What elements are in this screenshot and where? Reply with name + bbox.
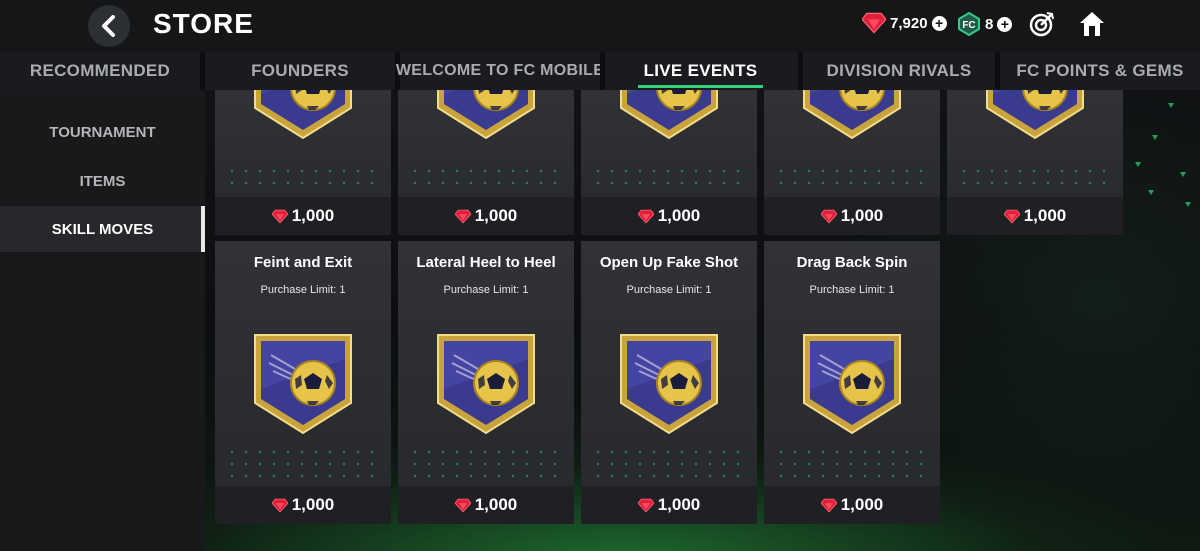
- decor-triangle: [1168, 103, 1174, 108]
- price-value: 1,000: [291, 495, 335, 514]
- price-value: 1,000: [474, 495, 518, 514]
- purchase-limit: Purchase Limit: 1: [260, 284, 346, 296]
- gem-icon: [821, 498, 837, 513]
- fc-points-amount: 8: [985, 15, 994, 33]
- svg-text:FC: FC: [962, 20, 975, 31]
- skill-move-badge-icon: [249, 90, 357, 140]
- top-bar: STORE 7,920 + FC 8 +: [0, 0, 1200, 52]
- decor-pattern: [591, 165, 751, 191]
- category-tabs: RECOMMENDED FOUNDERS WELCOME TO FC MOBIL…: [0, 52, 1200, 90]
- decor-pattern: [774, 446, 934, 480]
- decor-pattern: [774, 165, 934, 191]
- price-tag: 1,000: [764, 197, 940, 235]
- decor-pattern: [957, 165, 1117, 191]
- decor-pattern: [408, 446, 568, 480]
- decor-triangle: [1185, 202, 1191, 207]
- price-value: 1,000: [291, 206, 335, 225]
- price-tag: 1,000: [764, 486, 940, 524]
- purchase-limit: Purchase Limit: 1: [809, 284, 895, 296]
- card-title: Open Up Fake Shot: [599, 254, 739, 271]
- tab-live-events[interactable]: LIVE EVENTS: [638, 52, 763, 90]
- purchase-limit: Purchase Limit: 1: [626, 284, 712, 296]
- sidebar-item-items[interactable]: ITEMS: [0, 158, 205, 204]
- page-title: STORE: [153, 8, 254, 39]
- fc-points-balance: FC 8 +: [957, 12, 1013, 36]
- skill-move-badge-icon: [432, 90, 540, 140]
- store-card[interactable]: 1,000: [398, 90, 574, 235]
- price-tag: 1,000: [215, 486, 391, 524]
- price-value: 1,000: [840, 495, 884, 514]
- decor-triangle: [1180, 172, 1186, 177]
- skill-move-badge-icon: [798, 90, 906, 140]
- skill-move-badge-icon: [798, 331, 906, 435]
- gems-amount: 7,920: [890, 14, 928, 32]
- card-title: Drag Back Spin: [796, 254, 908, 271]
- store-card[interactable]: 1,000: [947, 90, 1123, 235]
- skill-move-badge-icon: [981, 90, 1089, 140]
- decor-triangle: [1135, 162, 1141, 167]
- decor-pattern: [408, 165, 568, 191]
- skill-move-card[interactable]: Feint and Exit Purchase Limit: 1 1,000: [215, 241, 391, 524]
- gems-balance: 7,920 +: [862, 12, 947, 34]
- gem-icon: [272, 498, 288, 513]
- skill-move-badge-icon: [615, 331, 723, 435]
- tab-founders[interactable]: FOUNDERS: [205, 52, 395, 90]
- card-title: Lateral Heel to Heel: [416, 254, 556, 271]
- tab-division-rivals[interactable]: DIVISION RIVALS: [803, 52, 995, 90]
- price-tag: 1,000: [947, 197, 1123, 235]
- skill-move-card[interactable]: Lateral Heel to Heel Purchase Limit: 1 1…: [398, 241, 574, 524]
- skill-move-badge-icon: [432, 331, 540, 435]
- add-fc-points-button[interactable]: +: [997, 16, 1013, 32]
- home-icon[interactable]: [1078, 10, 1106, 38]
- decor-triangle: [1148, 190, 1154, 195]
- gem-icon: [862, 12, 886, 34]
- store-card[interactable]: 1,000: [581, 90, 757, 235]
- skill-move-badge-icon: [615, 90, 723, 140]
- decor-triangle: [1152, 135, 1158, 140]
- price-value: 1,000: [474, 206, 518, 225]
- skill-move-badge-icon: [249, 331, 357, 435]
- sidebar-item-tournament[interactable]: TOURNAMENT: [0, 109, 205, 155]
- price-value: 1,000: [657, 495, 701, 514]
- skill-move-card[interactable]: Open Up Fake Shot Purchase Limit: 1 1,00…: [581, 241, 757, 524]
- tab-divider: [600, 52, 605, 90]
- gem-icon: [455, 209, 471, 224]
- price-value: 1,000: [840, 206, 884, 225]
- gem-icon: [638, 498, 654, 513]
- price-tag: 1,000: [581, 486, 757, 524]
- price-tag: 1,000: [398, 486, 574, 524]
- store-card[interactable]: 1,000: [215, 90, 391, 235]
- sidebar: TOURNAMENT ITEMS SKILL MOVES: [0, 90, 205, 551]
- price-value: 1,000: [657, 206, 701, 225]
- price-tag: 1,000: [215, 197, 391, 235]
- card-title: Feint and Exit: [253, 254, 353, 271]
- gem-icon: [821, 209, 837, 224]
- gem-icon: [272, 209, 288, 224]
- decor-pattern: [225, 446, 385, 480]
- gem-icon: [638, 209, 654, 224]
- gem-icon: [1004, 209, 1020, 224]
- add-gems-button[interactable]: +: [931, 15, 947, 31]
- price-value: 1,000: [1023, 206, 1067, 225]
- sidebar-item-skill-moves[interactable]: SKILL MOVES: [0, 206, 205, 252]
- chevron-left-icon: [102, 15, 115, 37]
- purchase-limit: Purchase Limit: 1: [443, 284, 529, 296]
- decor-pattern: [591, 446, 751, 480]
- skill-move-card[interactable]: Drag Back Spin Purchase Limit: 1 1,000: [764, 241, 940, 524]
- decor-pattern: [225, 165, 385, 191]
- tab-recommended[interactable]: RECOMMENDED: [0, 52, 200, 90]
- tab-fc-points-gems[interactable]: FC POINTS & GEMS: [1000, 52, 1200, 90]
- gem-icon: [455, 498, 471, 513]
- store-card[interactable]: 1,000: [764, 90, 940, 235]
- back-button[interactable]: [88, 5, 130, 47]
- target-icon[interactable]: [1028, 10, 1056, 38]
- price-tag: 1,000: [398, 197, 574, 235]
- tab-welcome[interactable]: WELCOME TO FC MOBILE: [396, 52, 604, 90]
- price-tag: 1,000: [581, 197, 757, 235]
- fc-points-icon: FC: [958, 12, 980, 36]
